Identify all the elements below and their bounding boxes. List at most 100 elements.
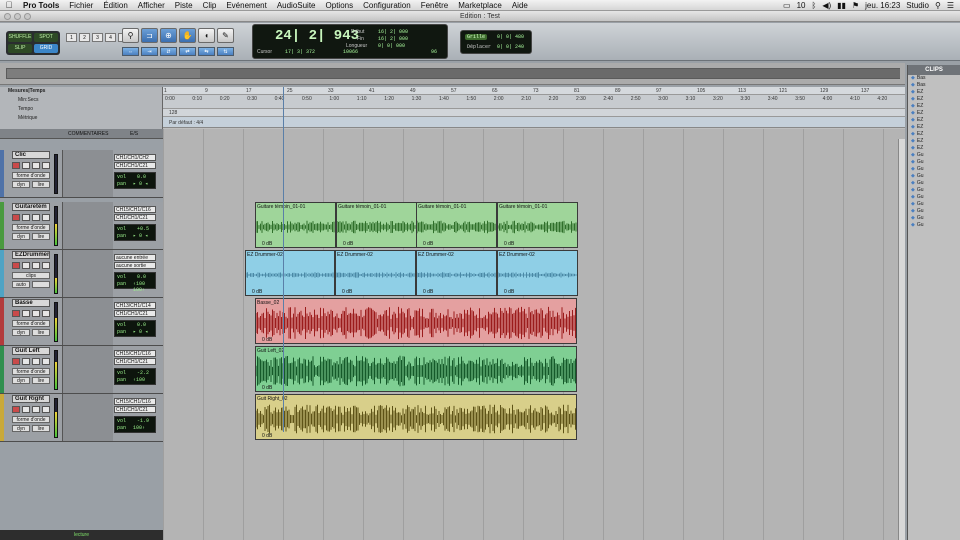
- ruler-bars-label[interactable]: Mesures|Temps: [8, 88, 45, 94]
- mirror-midi-icon[interactable]: ⇵: [160, 47, 177, 56]
- track-header[interactable]: Basse forme d'onde dyn lire CH13/CH1/C14…: [0, 298, 163, 346]
- clips-list-item[interactable]: ◆ EZ: [908, 89, 960, 96]
- pan-value[interactable]: ▸ 0 ◂: [133, 329, 148, 335]
- track-view-selector[interactable]: forme d'onde: [12, 224, 50, 231]
- grid-mode-button[interactable]: GRID: [34, 44, 58, 53]
- trim-tool-icon[interactable]: ⊐: [141, 28, 158, 43]
- mute-button[interactable]: [42, 358, 50, 365]
- track-view-selector[interactable]: forme d'onde: [12, 320, 50, 327]
- clip-gain[interactable]: 0 dB: [343, 241, 353, 247]
- tempo-ruler[interactable]: 128: [163, 109, 905, 117]
- menu-afficher[interactable]: Afficher: [133, 1, 170, 10]
- output-selector[interactable]: CH1/CH1/C21: [114, 162, 156, 169]
- main-counter-value[interactable]: 24| 2| 943: [275, 28, 359, 44]
- link-track-icon[interactable]: ⇅: [217, 47, 234, 56]
- start-value[interactable]: 16| 2| 000: [378, 29, 408, 35]
- track-view-selector[interactable]: forme d'onde: [12, 416, 50, 423]
- solo-button[interactable]: [32, 162, 40, 169]
- menu-clip[interactable]: Clip: [198, 1, 222, 10]
- dyn-selector[interactable]: dyn: [12, 329, 30, 336]
- search-icon[interactable]: ⚲: [935, 1, 941, 10]
- solo-button[interactable]: [32, 214, 40, 221]
- record-button[interactable]: [12, 358, 20, 365]
- bluetooth-icon[interactable]: ᛒ: [812, 1, 817, 10]
- track-name[interactable]: EZDrummer: [12, 251, 50, 259]
- solo-button[interactable]: [32, 262, 40, 269]
- input-monitor-button[interactable]: [22, 358, 30, 365]
- clips-list-item[interactable]: ◆ Gu: [908, 222, 960, 229]
- automation-mode[interactable]: lire: [32, 329, 50, 336]
- bass-clip[interactable]: Basse_02 0 dB: [255, 298, 577, 344]
- clip-gain[interactable]: 0 dB: [504, 289, 514, 295]
- drum-clip[interactable]: EZ Drummer-02 0 dB: [335, 250, 416, 296]
- clips-list-item[interactable]: ◆ Bas: [908, 82, 960, 89]
- grid-value[interactable]: 0| 0| 480: [497, 34, 524, 40]
- comments-field[interactable]: [62, 394, 113, 441]
- overview-selection[interactable]: [200, 69, 900, 78]
- input-selector[interactable]: CH13/CH1/C14: [114, 302, 156, 309]
- clip-gain[interactable]: 0 dB: [262, 385, 272, 391]
- input-monitor-button[interactable]: [22, 214, 30, 221]
- user-name[interactable]: Studio: [906, 1, 929, 10]
- apple-menu-icon[interactable]: : [0, 0, 18, 10]
- minsecs-ruler[interactable]: 0:00 0:10 0:20 0:30 0:40 0:50 1:00 1:10 1:20 1:30…: [163, 95, 905, 109]
- comments-field[interactable]: [62, 150, 113, 197]
- clips-list-item[interactable]: ◆ Gu: [908, 173, 960, 180]
- input-selector[interactable]: aucune entrée: [114, 254, 156, 261]
- menu-edition[interactable]: Édition: [98, 1, 132, 10]
- input-selector[interactable]: CH15/CH1/C16: [114, 206, 156, 213]
- output-selector[interactable]: aucune sortie: [114, 262, 156, 269]
- dyn-selector[interactable]: dyn: [12, 425, 30, 432]
- comments-field[interactable]: [62, 202, 113, 249]
- meter-marker[interactable]: Par défaut : 4/4: [169, 120, 203, 126]
- preroll-value[interactable]: 96: [431, 49, 437, 55]
- clips-list-item[interactable]: ◆ Gu: [908, 194, 960, 201]
- input-selector[interactable]: CH1/CH1/CH2: [114, 154, 156, 161]
- output-selector[interactable]: CH1/CH1/C21: [114, 214, 156, 221]
- menu-aide[interactable]: Aide: [507, 1, 533, 10]
- guitar-clip[interactable]: Guitare témoin_01-01 0 dB: [416, 202, 497, 248]
- menu-marketplace[interactable]: Marketplace: [453, 1, 507, 10]
- mute-button[interactable]: [42, 214, 50, 221]
- record-button[interactable]: [12, 262, 20, 269]
- list-icon[interactable]: ☰: [947, 1, 954, 10]
- clips-list-item[interactable]: ◆ Bas: [908, 75, 960, 82]
- guit-right-clip[interactable]: Guit Right_02 0 dB: [255, 394, 577, 440]
- solo-button[interactable]: [32, 310, 40, 317]
- menu-audiosuite[interactable]: AudioSuite: [272, 1, 321, 10]
- input-monitor-button[interactable]: [22, 262, 30, 269]
- track-header[interactable]: Clic forme d'onde dyn lire CH1/CH1/CH2 C…: [0, 150, 163, 198]
- input-selector[interactable]: CH15/CH1/C16: [114, 398, 156, 405]
- close-button[interactable]: [4, 13, 11, 20]
- automation-mode[interactable]: lire: [32, 425, 50, 432]
- selector-tool-icon[interactable]: ⊕: [160, 28, 177, 43]
- clips-list-item[interactable]: ◆ Gu: [908, 159, 960, 166]
- zoomer-tool-icon[interactable]: ⚲: [122, 28, 139, 43]
- input-monitor-button[interactable]: [22, 310, 30, 317]
- menu-options[interactable]: Options: [321, 1, 359, 10]
- drum-clip[interactable]: EZ Drummer-02 0 dB: [416, 250, 497, 296]
- spot-mode-button[interactable]: SPOT: [34, 33, 58, 42]
- clips-list-item[interactable]: ◆ EZ: [908, 117, 960, 124]
- slip-mode-button[interactable]: SLIP: [8, 44, 32, 53]
- clip-gain[interactable]: 0 dB: [504, 241, 514, 247]
- badge-count[interactable]: 10: [797, 1, 806, 10]
- clips-list-item[interactable]: ◆ Gu: [908, 215, 960, 222]
- clips-list-item[interactable]: ◆ Gu: [908, 201, 960, 208]
- solo-button[interactable]: [32, 358, 40, 365]
- guitar-clip[interactable]: Guitare témoin_01-01 0 dB: [255, 202, 336, 248]
- nudge-label[interactable]: Déplacer: [465, 44, 493, 50]
- track-view-selector[interactable]: forme d'onde: [12, 368, 50, 375]
- ruler-minsecs-label[interactable]: Min:Secs: [18, 97, 39, 103]
- track-name[interactable]: Basse: [12, 299, 50, 307]
- ruler-tempo-label[interactable]: Tempo: [18, 106, 33, 112]
- pencil-tool-icon[interactable]: ✎: [217, 28, 234, 43]
- mute-button[interactable]: [42, 262, 50, 269]
- track-name[interactable]: Clic: [12, 151, 50, 159]
- clip-gain[interactable]: 0 dB: [262, 337, 272, 343]
- record-button[interactable]: [12, 310, 20, 317]
- menu-fenetre[interactable]: Fenêtre: [416, 1, 454, 10]
- clips-list-item[interactable]: ◆ EZ: [908, 145, 960, 152]
- clips-list-item[interactable]: ◆ Gu: [908, 208, 960, 215]
- pan-value[interactable]: ▸ 0 ◂: [133, 181, 148, 187]
